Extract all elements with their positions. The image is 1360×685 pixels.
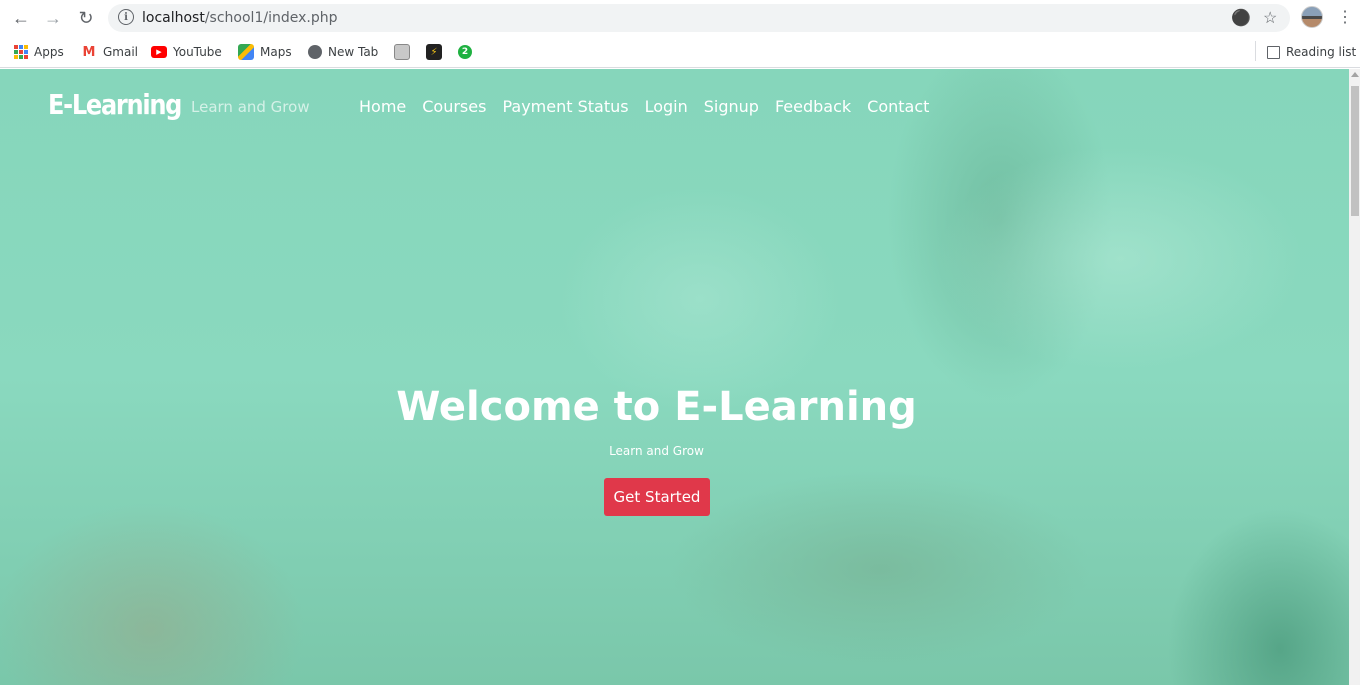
- browser-menu-icon[interactable]: ⋮: [1337, 7, 1353, 27]
- bookmark-favicon-1: [394, 44, 410, 60]
- main-nav: Home Courses Payment Status Login Signup…: [359, 97, 945, 116]
- address-bar[interactable]: i localhost/school1/index.php ⚫ ☆: [108, 4, 1290, 32]
- site-info-icon[interactable]: i: [118, 9, 134, 25]
- profile-avatar[interactable]: [1301, 6, 1323, 28]
- bookmark-youtube[interactable]: ▶ YouTube: [151, 42, 222, 62]
- reading-list-icon: [1267, 45, 1280, 59]
- nav-contact[interactable]: Contact: [867, 97, 929, 116]
- bookmark-favicon-3[interactable]: 2: [458, 42, 472, 62]
- get-started-button[interactable]: Get Started: [604, 478, 710, 516]
- globe-icon: [308, 45, 322, 59]
- url-host: localhost: [142, 10, 205, 26]
- bookmark-maps[interactable]: Maps: [238, 42, 292, 62]
- browser-toolbar: ← → ↻ i localhost/school1/index.php ⚫ ☆ …: [0, 0, 1360, 36]
- nav-login[interactable]: Login: [645, 97, 688, 116]
- nav-feedback[interactable]: Feedback: [775, 97, 851, 116]
- bookmark-favicon-1[interactable]: [394, 42, 410, 62]
- hero-section: [0, 69, 1349, 685]
- bookmark-label: Maps: [260, 45, 292, 59]
- back-icon[interactable]: ←: [9, 6, 33, 30]
- hero-subtitle: Learn and Grow: [609, 444, 704, 458]
- site-tagline: Learn and Grow: [191, 98, 310, 116]
- bookmark-favicon-2[interactable]: ⚡: [426, 42, 442, 62]
- badge-icon: 2: [458, 45, 472, 59]
- gmail-icon: M: [82, 44, 96, 60]
- bookmark-label: New Tab: [328, 45, 379, 59]
- youtube-icon: ▶: [151, 46, 167, 58]
- lightning-icon: ⚡: [426, 44, 442, 60]
- forward-icon[interactable]: →: [41, 6, 65, 30]
- bookmark-label: Gmail: [103, 45, 139, 59]
- nav-signup[interactable]: Signup: [704, 97, 759, 116]
- scrollbar-thumb[interactable]: [1351, 86, 1359, 216]
- bookmark-new-tab[interactable]: New Tab: [308, 42, 378, 62]
- apps-grid-icon: [14, 45, 28, 59]
- bookmarks-separator: [1255, 41, 1256, 61]
- bookmarks-bar: Apps M Gmail ▶ YouTube Maps New Tab ⚡ 2 …: [0, 36, 1360, 68]
- password-key-icon[interactable]: ⚫: [1231, 8, 1251, 28]
- reload-icon[interactable]: ↻: [74, 6, 98, 30]
- url-text[interactable]: localhost/school1/index.php: [142, 10, 337, 26]
- site-logo[interactable]: E-Learning: [48, 88, 182, 121]
- nav-payment-status[interactable]: Payment Status: [502, 97, 628, 116]
- bookmark-label: YouTube: [173, 45, 222, 59]
- bookmark-label: Apps: [34, 45, 64, 59]
- nav-courses[interactable]: Courses: [422, 97, 486, 116]
- reading-list-label: Reading list: [1286, 45, 1357, 59]
- nav-home[interactable]: Home: [359, 97, 406, 116]
- bookmark-apps[interactable]: Apps: [14, 42, 64, 62]
- reading-list-button[interactable]: Reading list: [1267, 42, 1356, 62]
- scroll-up-arrow-icon[interactable]: [1351, 72, 1359, 77]
- bookmark-gmail[interactable]: M Gmail: [81, 42, 138, 62]
- maps-icon: [238, 44, 254, 60]
- url-path: /school1/index.php: [204, 10, 338, 26]
- hero-title: Welcome to E-Learning: [396, 384, 917, 430]
- bookmark-star-icon[interactable]: ☆: [1263, 8, 1277, 28]
